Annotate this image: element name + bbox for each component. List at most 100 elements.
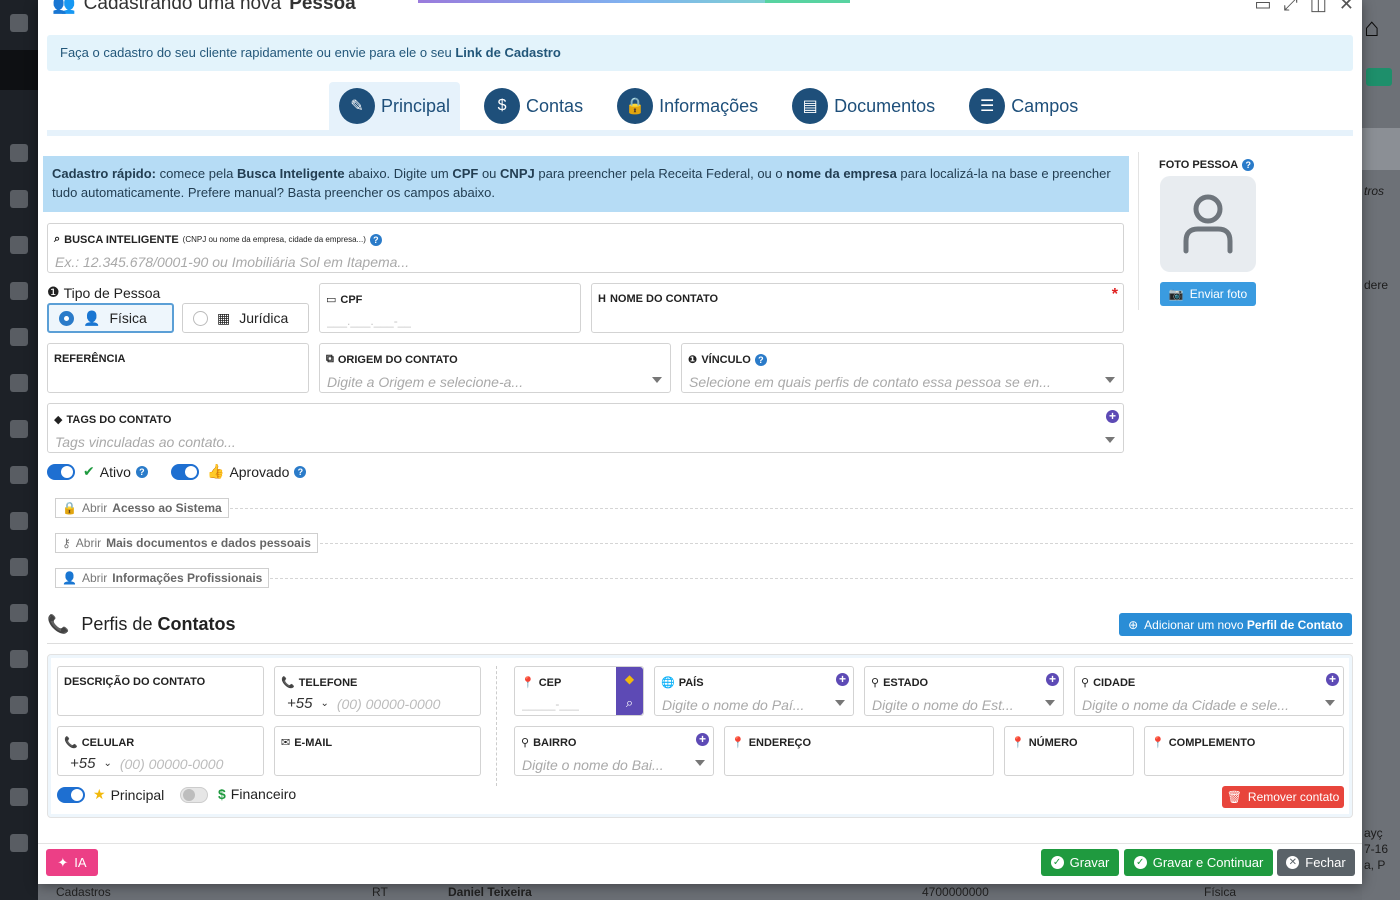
remover-contato-button[interactable]: 🗑 Remover contato: [1222, 786, 1344, 808]
financeiro-toggle[interactable]: [180, 787, 208, 803]
map-pin-icon: 📍: [1011, 737, 1025, 749]
ia-button[interactable]: ✦ IA: [46, 849, 98, 876]
map-marker-icon: ⚲: [1081, 677, 1090, 689]
quick-text: para preencher pela Receita Federal, ou …: [538, 166, 783, 181]
ddi-select[interactable]: +55 ⌄ (00) 00000-0000: [287, 695, 440, 712]
add-bairro-icon[interactable]: +: [696, 733, 709, 746]
gravar-button[interactable]: ✓ Gravar: [1041, 849, 1119, 876]
nome-contato-input[interactable]: H NOME DO CONTATO *: [591, 283, 1124, 333]
add-perfil-contato-button[interactable]: ⊕ Adicionar um novo Perfil de Contato: [1119, 613, 1352, 636]
close-icon[interactable]: ✕: [1339, 0, 1354, 15]
perfis-title-prefix: Perfis de: [81, 614, 153, 634]
abrir-acesso-sistema-button[interactable]: 🔒 Abrir Acesso ao Sistema: [55, 498, 229, 518]
abrir-mais-documentos-button[interactable]: ⚷ Abrir Mais documentos e dados pessoais: [55, 533, 318, 553]
aprovado-toggle[interactable]: [171, 464, 199, 480]
ddi-select[interactable]: +55 ⌄ (00) 00000-0000: [70, 755, 223, 772]
cidade-label-text: CIDADE: [1093, 676, 1136, 689]
quick-bold: Busca Inteligente: [236, 166, 345, 181]
pais-select[interactable]: 🌐 PAÍS Digite o nome do Paí... +: [654, 666, 854, 716]
collapser-bold: Mais documentos e dados pessoais: [106, 536, 311, 550]
enviar-foto-label: Enviar foto: [1189, 287, 1248, 301]
principal-toggle[interactable]: [57, 787, 85, 803]
heading-icon: H: [598, 293, 606, 305]
help-icon[interactable]: ?: [754, 353, 767, 366]
estado-label: ⚲ ESTADO: [871, 676, 928, 690]
gravar-continuar-button[interactable]: ✓ Gravar e Continuar: [1124, 849, 1273, 876]
referencia-input[interactable]: REFERÊNCIA: [47, 343, 309, 393]
check-circle-icon: ✓: [1133, 856, 1147, 869]
cidade-label: ⚲ CIDADE: [1081, 676, 1136, 690]
divider: [47, 643, 1353, 644]
fechar-label: Fechar: [1305, 855, 1346, 870]
check-circle-icon: ✔: [83, 463, 95, 479]
user-avatar-icon: [1183, 194, 1233, 254]
envelope-icon: ✉: [281, 737, 291, 749]
card-icon: [10, 788, 28, 806]
numero-input[interactable]: 📍 NÚMERO: [1004, 726, 1134, 776]
cep-input[interactable]: 📍 CEP _____-___ ◆ ⌕: [514, 666, 644, 716]
help-icon[interactable]: ?: [135, 465, 148, 478]
tab-underline: [47, 130, 1353, 136]
descricao-contato-input[interactable]: DESCRIÇÃO DO CONTATO: [57, 666, 264, 716]
background-table-row: Cadastros RT Daniel Teixeira 4700000000 …: [38, 884, 1362, 900]
tipo-fisica-radio[interactable]: 👤 Física: [47, 303, 174, 333]
celular-input[interactable]: 📞 CELULAR +55 ⌄ (00) 00000-0000: [57, 726, 264, 776]
briefcase-user-icon: 👤: [62, 571, 77, 585]
tab-documentos[interactable]: ▤ Documentos: [782, 82, 945, 130]
cidade-select[interactable]: ⚲ CIDADE Digite o nome da Cidade e sele.…: [1074, 666, 1344, 716]
divider: [496, 666, 497, 786]
cep-lookup-icon[interactable]: ◆: [616, 667, 643, 691]
phone-icon: 📞: [47, 614, 70, 634]
tipo-juridica-radio[interactable]: ▦ Jurídica: [182, 303, 309, 333]
link-cadastro[interactable]: Link de Cadastro: [455, 45, 560, 60]
tab-campos[interactable]: ☰ Campos: [959, 82, 1088, 130]
origem-select[interactable]: ⧉ ORIGEM DO CONTATO Digite a Origem e se…: [319, 343, 671, 393]
estado-placeholder: Digite o nome do Est...: [872, 697, 1014, 713]
estado-select[interactable]: ⚲ ESTADO Digite o nome do Est... +: [864, 666, 1064, 716]
avatar-placeholder[interactable]: [1160, 176, 1256, 272]
help-icon[interactable]: ?: [294, 465, 307, 478]
add-tag-icon[interactable]: +: [1106, 410, 1119, 423]
email-input[interactable]: ✉ E-MAIL: [274, 726, 481, 776]
add-cidade-icon[interactable]: +: [1326, 673, 1339, 686]
enviar-foto-button[interactable]: 📷 Enviar foto: [1160, 282, 1256, 306]
vinculo-select[interactable]: ❶ VÍNCULO ? Selecione em quais perfis de…: [681, 343, 1124, 393]
copy-icon: ⧉: [326, 353, 334, 365]
help-icon[interactable]: ?: [1242, 159, 1255, 171]
celular-label: 📞 CELULAR: [64, 736, 135, 750]
document-icon: ▤: [792, 88, 829, 124]
help-icon[interactable]: ?: [369, 233, 382, 246]
info-banner: Faça o cadastro do seu cliente rapidamen…: [47, 35, 1353, 71]
ativo-text: Ativo: [99, 463, 131, 480]
money-icon: [10, 282, 28, 300]
ativo-label: ✔ Ativo ?: [83, 463, 148, 480]
search-icon[interactable]: ⌕: [616, 691, 643, 715]
busca-inteligente-input[interactable]: ⌕ BUSCA INTELIGENTE (CNPJ ou nome da emp…: [47, 223, 1124, 273]
fechar-button[interactable]: ✕ Fechar: [1277, 849, 1355, 876]
users-icon: 👥: [52, 0, 76, 15]
telefone-input[interactable]: 📞 TELEFONE +55 ⌄ (00) 00000-0000: [274, 666, 481, 716]
split-icon[interactable]: ◫: [1310, 0, 1327, 15]
ddi-value: +55: [70, 755, 96, 772]
add-pais-icon[interactable]: +: [836, 673, 849, 686]
celular-label-text: CELULAR: [81, 736, 135, 749]
person-icon: 👤: [83, 309, 101, 326]
tab-contas[interactable]: $ Contas: [474, 82, 593, 130]
handshake-icon: [10, 420, 28, 438]
tags-select[interactable]: ◆ TAGS DO CONTATO Tags vinculadas ao con…: [47, 403, 1124, 453]
minimize-icon[interactable]: ▭: [1254, 0, 1271, 15]
cpf-input[interactable]: ▭ CPF ___.___.___-__: [319, 283, 581, 333]
endereco-input[interactable]: 📍 ENDEREÇO: [724, 726, 994, 776]
bairro-select[interactable]: ⚲ BAIRRO Digite o nome do Bai... +: [514, 726, 714, 776]
add-estado-icon[interactable]: +: [1046, 673, 1059, 686]
collapser-prefix: Abrir: [75, 536, 102, 550]
expand-icon[interactable]: ⤢: [1283, 0, 1297, 15]
abrir-info-profissionais-button[interactable]: 👤 Abrir Informações Profissionais: [55, 568, 270, 588]
tab-principal[interactable]: ✎ Principal: [329, 82, 461, 130]
tab-informacoes[interactable]: 🔒 Informações: [607, 82, 768, 130]
complemento-input[interactable]: 📍 COMPLEMENTO: [1144, 726, 1344, 776]
ativo-toggle[interactable]: [47, 464, 75, 480]
check-circle-icon: ✓: [1050, 856, 1064, 869]
info-icon: ❶: [688, 354, 698, 366]
add-prefix: Adicionar um novo: [1144, 617, 1244, 632]
